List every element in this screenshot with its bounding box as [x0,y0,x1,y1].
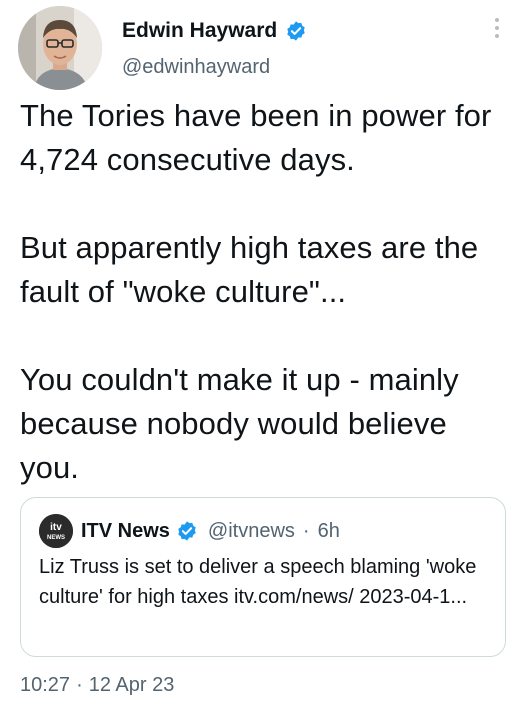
quoted-age[interactable]: 6h [318,520,340,543]
quoted-verified-badge-icon [176,520,198,542]
person-photo-avatar [18,6,102,90]
tweet-paragraph-2: But apparently high taxes are the fault … [20,230,479,309]
author-avatar[interactable] [18,6,102,90]
author-handle[interactable]: @edwinhayward [122,54,270,80]
quoted-display-name[interactable]: ITV News [81,520,170,543]
timestamp-separator: · [76,674,83,696]
svg-text:itv: itv [50,522,62,533]
tweet-paragraph-3: You couldn't make it up - mainly because… [20,362,459,485]
quoted-tweet-header: itv NEWS ITV News @itvnews · 6h [39,514,340,548]
tweet-timestamp[interactable]: 10:27 · 12 Apr 23 [20,674,174,697]
quoted-tweet[interactable]: itv NEWS ITV News @itvnews · 6h Liz Trus… [20,497,506,657]
tweet-time: 10:27 [20,674,71,696]
itv-news-logo-icon: itv NEWS [39,514,73,548]
quoted-handle[interactable]: @itvnews [208,520,295,543]
tweet-card: Edwin Hayward @edwinhayward The Tories h… [0,0,526,706]
verified-badge-icon [285,20,307,42]
tweet-text: The Tories have been in power for 4,724 … [20,94,510,490]
quoted-tweet-text: Liz Truss is set to deliver a speech bla… [39,556,477,608]
author-name-row: Edwin Hayward [122,18,307,44]
tweet-date: 12 Apr 23 [88,674,175,696]
quoted-separator: · [302,519,310,542]
author-display-name[interactable]: Edwin Hayward [122,18,277,44]
tweet-paragraph-1: The Tories have been in power for 4,724 … [20,98,492,177]
more-options-icon[interactable] [494,18,500,38]
svg-text:NEWS: NEWS [47,535,65,541]
